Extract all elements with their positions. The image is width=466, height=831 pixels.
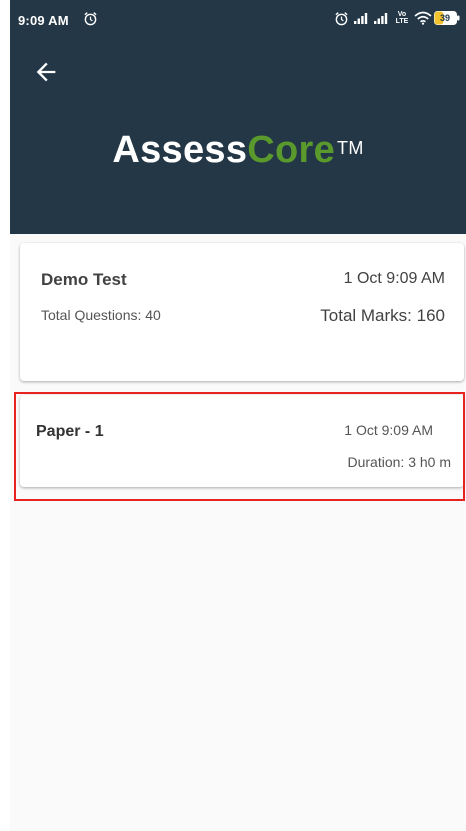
brand-logo: AssessCore TM (10, 128, 466, 172)
status-time: 9:09 AM (18, 13, 69, 28)
test-card[interactable]: Demo Test 1 Oct 9:09 AM Total Questions:… (20, 243, 464, 381)
signal-icon (354, 13, 368, 24)
brand-trademark: TM (337, 138, 364, 158)
paper-duration: Duration: 3 h0 m (347, 454, 452, 470)
back-button[interactable] (32, 58, 60, 86)
signal-icon (374, 13, 388, 24)
wifi-icon (414, 11, 432, 25)
total-questions: Total Questions: 40 (41, 307, 161, 323)
battery-icon: 39 (434, 11, 460, 25)
paper-card[interactable]: Paper - 1 1 Oct 9:09 AM Duration: 3 h0 m (20, 395, 464, 487)
test-name: Demo Test (41, 270, 127, 289)
app-header: 9:09 AM Vo LTE 39 AssessCore TM (10, 0, 466, 234)
back-arrow-icon (36, 62, 56, 82)
alarm-icon (335, 12, 348, 26)
battery-level: 39 (439, 13, 450, 23)
brand-text-assess: Assess (112, 129, 248, 171)
paper-name: Paper - 1 (36, 423, 104, 440)
status-bar: 9:09 AM Vo LTE 39 (10, 0, 466, 40)
alarm-icon (84, 12, 97, 26)
paper-date: 1 Oct 9:09 AM (344, 422, 433, 438)
app-screen: 9:09 AM Vo LTE 39 AssessCore TM Demo Tes… (10, 0, 466, 831)
total-marks: Total Marks: 160 (320, 306, 445, 325)
test-date: 1 Oct 9:09 AM (343, 270, 445, 287)
volte-icon: Vo LTE (395, 11, 409, 25)
brand-text-core: Core (247, 129, 336, 171)
